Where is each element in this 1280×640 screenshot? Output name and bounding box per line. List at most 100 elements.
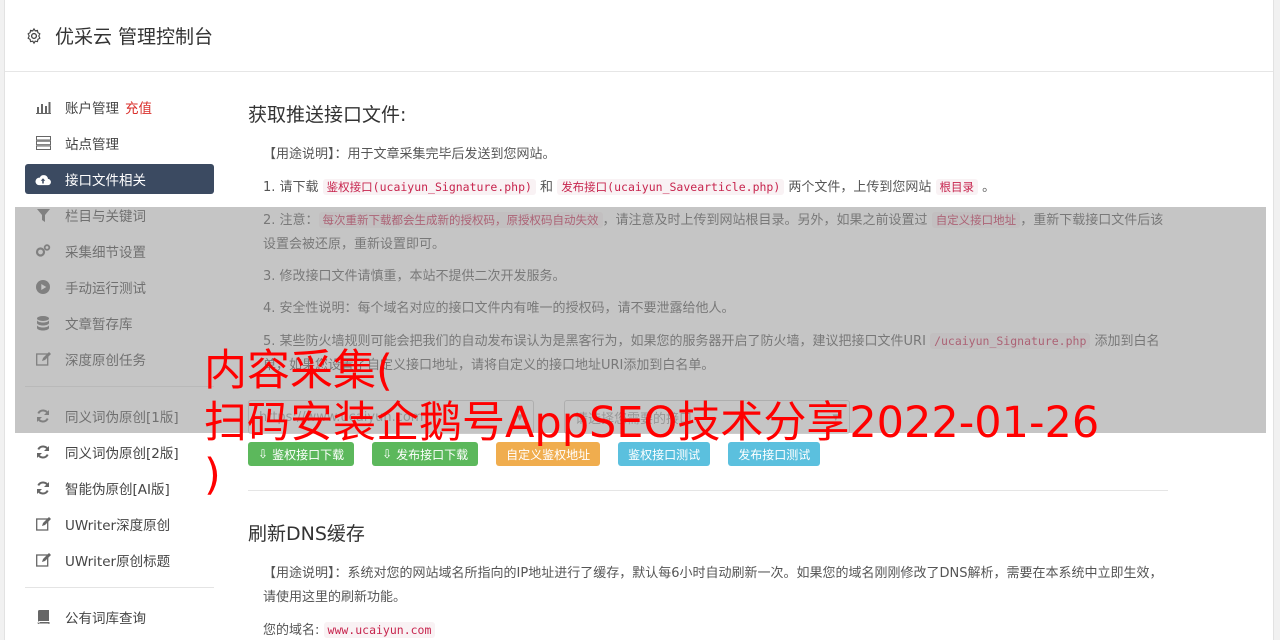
refresh-icon xyxy=(35,480,51,496)
sidebar-item-label: 同义词伪原创[1版] xyxy=(65,410,179,426)
test-signature-button[interactable]: 鉴权接口测试 xyxy=(618,442,711,466)
signature-uri-code: /ucaiyun_Signature.php xyxy=(930,333,1091,349)
custom-address-button[interactable]: 自定义鉴权地址 xyxy=(496,442,601,466)
console-frame: 优采云 管理控制台 账户管理 充值 站点管理 接口文件相关 栏目与关键词 采集细… xyxy=(4,0,1274,640)
usage-text: ：用于文章采集完毕后发送到您网站。 xyxy=(334,147,556,162)
sidebar-divider xyxy=(25,587,214,588)
edit-icon xyxy=(35,516,51,532)
download-signature-button[interactable]: ⇩ 鉴权接口下载 xyxy=(248,442,355,466)
instruction-text: ，请注意及时上传到网站根目录。另外，如果之前设置过 xyxy=(602,213,932,228)
site-select-value: https://www.ucaiyun.com xyxy=(259,409,424,425)
gear-icon xyxy=(25,27,43,45)
sidebar-item-manual-test[interactable]: 手动运行测试 xyxy=(25,272,214,302)
sidebar-item-collect-settings[interactable]: 采集细节设置 xyxy=(25,236,214,266)
signature-file-code: 鉴权接口(ucaiyun_Signature.php) xyxy=(322,179,536,195)
download-icon: ⇩ xyxy=(382,447,393,461)
interface-select[interactable]: 请选择您需要的接口 ▾ xyxy=(564,400,850,434)
sidebar-item-synonym-v2[interactable]: 同义词伪原创[2版] xyxy=(25,437,214,467)
bar-chart-icon xyxy=(35,99,51,115)
instruction-item-5: 5. 某些防火墙规则可能会把我们的自动发布误认为是黑客行为，如果您的服务器开启了… xyxy=(263,329,1168,378)
instruction-text: 1. 请下载 xyxy=(263,180,323,195)
instruction-text: 2. 注意： xyxy=(263,213,319,228)
recharge-link[interactable]: 充值 xyxy=(125,97,152,117)
refresh-icon xyxy=(35,444,51,460)
edit-icon xyxy=(35,552,51,568)
domain-label: 您的域名: xyxy=(263,623,320,638)
test-publish-button[interactable]: 发布接口测试 xyxy=(728,442,821,466)
sidebar: 账户管理 充值 站点管理 接口文件相关 栏目与关键词 采集细节设置 手动运行测试… xyxy=(25,92,214,638)
interface-usage: 【用途说明】：用于文章采集完毕后发送到您网站。 xyxy=(263,143,1168,167)
instruction-text: 5. 某些防火墙规则可能会把我们的自动发布误认为是黑客行为，如果您的服务器开启了… xyxy=(263,334,931,349)
refresh-icon xyxy=(35,408,51,424)
download-publish-button[interactable]: ⇩ 发布接口下载 xyxy=(372,442,479,466)
button-label: 自定义鉴权地址 xyxy=(506,447,591,462)
chevron-down-icon: ▾ xyxy=(516,409,523,425)
filter-icon xyxy=(35,207,51,223)
sidebar-item-ai-rewrite[interactable]: 智能伪原创[AI版] xyxy=(25,473,214,503)
instruction-item-3: 3. 修改接口文件请慎重，本站不提供二次开发服务。 xyxy=(263,269,566,284)
auth-warning-code: 每次重新下载都会生成新的授权码，原授权码自动失效 xyxy=(318,212,603,228)
instruction-item-4: 4. 安全性说明：每个域名对应的接口文件内有唯一的授权码，请不要泄露给他人。 xyxy=(263,301,735,316)
button-label: 发布接口测试 xyxy=(738,447,811,462)
interface-section-title: 获取推送接口文件: xyxy=(248,104,407,126)
instruction-item-1: 1. 请下载 鉴权接口(ucaiyun_Signature.php) 和 发布接… xyxy=(263,175,1168,200)
usage-label: 【用途说明】 xyxy=(263,147,335,162)
console-title: 优采云 管理控制台 xyxy=(55,26,214,48)
sidebar-item-public-dictionary[interactable]: 公有词库查询 xyxy=(25,602,214,632)
site-select[interactable]: https://www.ucaiyun.com ▾ xyxy=(248,400,534,434)
play-circle-icon xyxy=(35,279,51,295)
interface-select-placeholder: 请选择您需要的接口 xyxy=(575,411,693,427)
sidebar-item-uwriter-deep[interactable]: UWriter深度原创 xyxy=(25,509,214,539)
main-content: 获取推送接口文件: 【用途说明】：用于文章采集完毕后发送到您网站。 1. 请下载… xyxy=(248,100,1168,640)
sidebar-item-label: 手动运行测试 xyxy=(65,281,146,297)
usage-text: ：系统对您的网站域名所指向的IP地址进行了缓存，默认每6小时自动刷新一次。如果您… xyxy=(263,566,1163,605)
instruction-text: 和 xyxy=(535,180,558,195)
dns-usage: 【用途说明】：系统对您的网站域名所指向的IP地址进行了缓存，默认每6小时自动刷新… xyxy=(263,562,1168,610)
instruction-item-2: 2. 注意： 每次重新下载都会生成新的授权码，原授权码自动失效 ，请注意及时上传到网… xyxy=(263,208,1168,257)
domain-value: www.ucaiyun.com xyxy=(323,622,436,638)
custom-address-code: 自定义接口地址 xyxy=(931,212,1021,228)
sidebar-item-label: 账户管理 xyxy=(65,101,119,117)
database-icon xyxy=(35,315,51,331)
server-icon xyxy=(35,135,51,151)
instruction-text: 。 xyxy=(978,180,996,195)
sidebar-item-uwriter-title[interactable]: UWriter原创标题 xyxy=(25,545,214,575)
button-label: 鉴权接口测试 xyxy=(628,447,701,462)
dns-section-title: 刷新DNS缓存 xyxy=(248,523,365,545)
sidebar-item-interface-files[interactable]: 接口文件相关 xyxy=(25,164,214,194)
publish-file-code: 发布接口(ucaiyun_Savearticle.php) xyxy=(557,179,785,195)
usage-label: 【用途说明】 xyxy=(263,566,335,581)
sidebar-item-deep-original[interactable]: 深度原创任务 xyxy=(25,344,214,374)
sidebar-item-label: 智能伪原创[AI版] xyxy=(65,482,170,498)
cloud-upload-icon xyxy=(35,171,51,187)
sidebar-item-label: 深度原创任务 xyxy=(65,353,146,369)
sidebar-item-label: 栏目与关键词 xyxy=(65,209,146,225)
root-dir-code: 根目录 xyxy=(935,179,979,195)
button-label: 发布接口下载 xyxy=(396,447,469,462)
sidebar-item-label: 文章暂存库 xyxy=(65,317,133,333)
button-row: ⇩ 鉴权接口下载 ⇩ 发布接口下载 自定义鉴权地址 鉴权接口测试 发布接口测试 xyxy=(248,442,1168,466)
instruction-text: 两个文件，上传到您网站 xyxy=(784,180,936,195)
sidebar-item-label: 公有词库查询 xyxy=(65,611,146,627)
cogs-icon xyxy=(35,243,51,259)
sidebar-item-article-store[interactable]: 文章暂存库 xyxy=(25,308,214,338)
sidebar-item-label: 站点管理 xyxy=(65,137,119,153)
sidebar-item-label: 采集细节设置 xyxy=(65,245,146,261)
select-row: https://www.ucaiyun.com ▾ 请选择您需要的接口 ▾ xyxy=(248,400,1168,434)
button-label: 鉴权接口下载 xyxy=(272,447,345,462)
sidebar-item-account[interactable]: 账户管理 充值 xyxy=(25,92,214,122)
download-icon: ⇩ xyxy=(258,447,269,461)
sidebar-item-synonym-v1[interactable]: 同义词伪原创[1版] xyxy=(25,401,214,431)
sidebar-item-columns-keywords[interactable]: 栏目与关键词 xyxy=(25,200,214,230)
section-divider xyxy=(248,490,1168,491)
dns-domain: 您的域名: www.ucaiyun.com xyxy=(263,618,1168,640)
sidebar-item-label: UWriter深度原创 xyxy=(65,518,171,534)
top-bar: 优采云 管理控制台 xyxy=(5,0,1273,72)
chevron-down-icon: ▾ xyxy=(832,409,839,425)
sidebar-item-label: UWriter原创标题 xyxy=(65,554,171,570)
sidebar-item-label: 接口文件相关 xyxy=(65,173,146,189)
sidebar-item-label: 同义词伪原创[2版] xyxy=(65,446,179,462)
book-icon xyxy=(35,609,51,625)
sidebar-divider xyxy=(25,386,214,387)
sidebar-item-sites[interactable]: 站点管理 xyxy=(25,128,214,158)
